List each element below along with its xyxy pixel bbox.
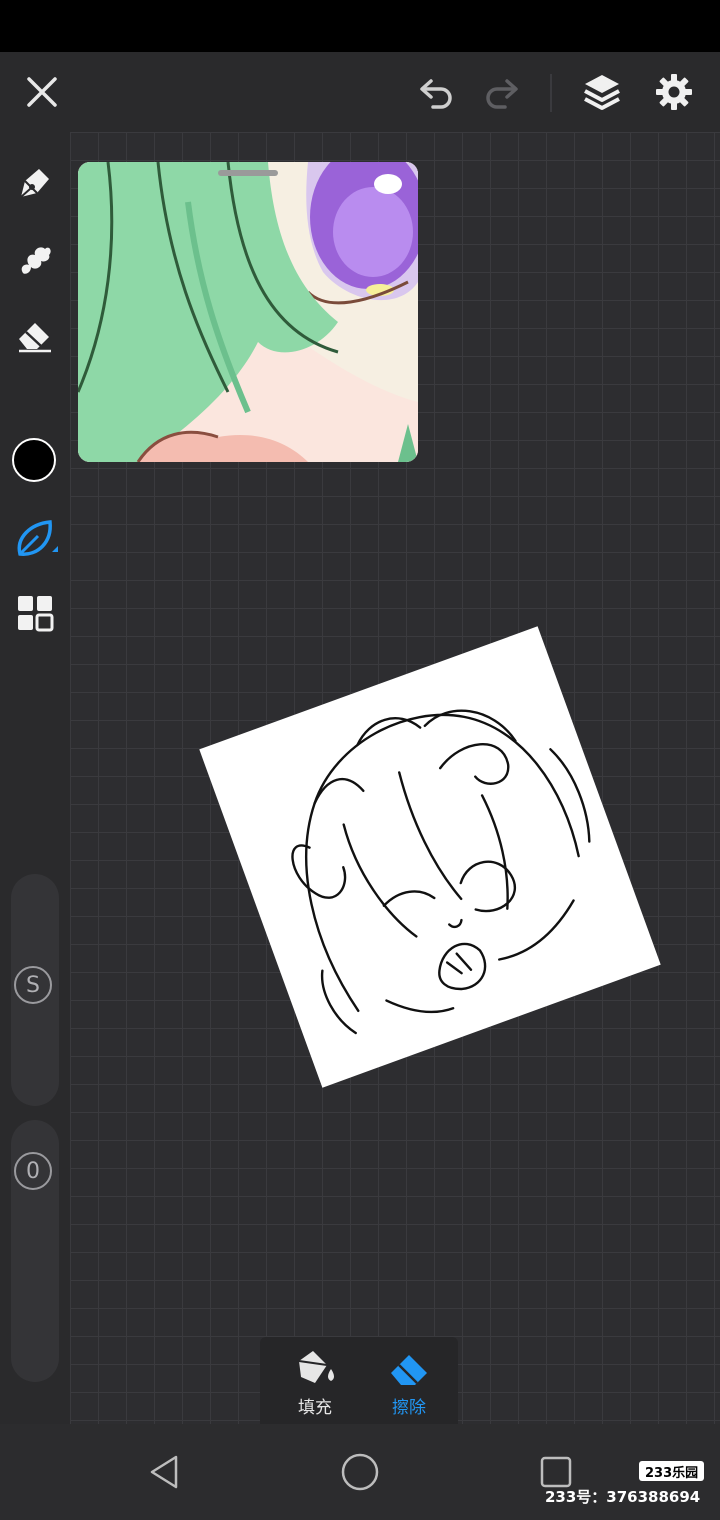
gear-icon[interactable]	[650, 68, 698, 116]
reference-image-panel[interactable]	[78, 162, 418, 462]
fill-tool[interactable]: 填充	[270, 1347, 360, 1427]
tool-sidebar: S 0	[0, 132, 70, 1424]
eraser-icon[interactable]	[12, 312, 58, 358]
drawing-canvas[interactable]	[70, 132, 720, 1424]
redo-icon[interactable]	[478, 70, 524, 114]
lineart-sketch[interactable]	[199, 626, 661, 1088]
watermark-badge: 233乐园	[639, 1461, 705, 1481]
layers-icon[interactable]	[578, 68, 626, 116]
back-icon[interactable]	[140, 1450, 188, 1494]
fill-label: 填充	[298, 1398, 332, 1418]
smudge-icon[interactable]	[12, 236, 58, 282]
toolbar-divider	[550, 74, 552, 112]
opacity-knob[interactable]: 0	[14, 1152, 52, 1190]
brush-leaf-icon[interactable]	[10, 514, 60, 564]
reference-artwork	[78, 162, 418, 462]
eraser-icon	[391, 1355, 427, 1385]
top-toolbar	[0, 52, 720, 132]
grid-icon[interactable]	[12, 590, 58, 636]
drawing-app: S 0 填充 擦除	[0, 52, 720, 1435]
fill-tool-panel: 填充 擦除	[260, 1337, 458, 1435]
erase-label: 擦除	[392, 1398, 426, 1418]
home-icon[interactable]	[336, 1448, 384, 1496]
brush-size-knob[interactable]: S	[14, 966, 52, 1004]
watermark-text: 233号：376388694	[545, 1488, 701, 1506]
erase-tool[interactable]: 擦除	[364, 1347, 454, 1427]
color-swatch[interactable]	[12, 438, 56, 482]
lineart-drawing	[291, 709, 591, 1035]
undo-icon[interactable]	[414, 70, 460, 114]
paint-bucket-icon	[298, 1351, 334, 1383]
pen-icon[interactable]	[12, 160, 58, 206]
close-icon[interactable]	[20, 70, 64, 114]
